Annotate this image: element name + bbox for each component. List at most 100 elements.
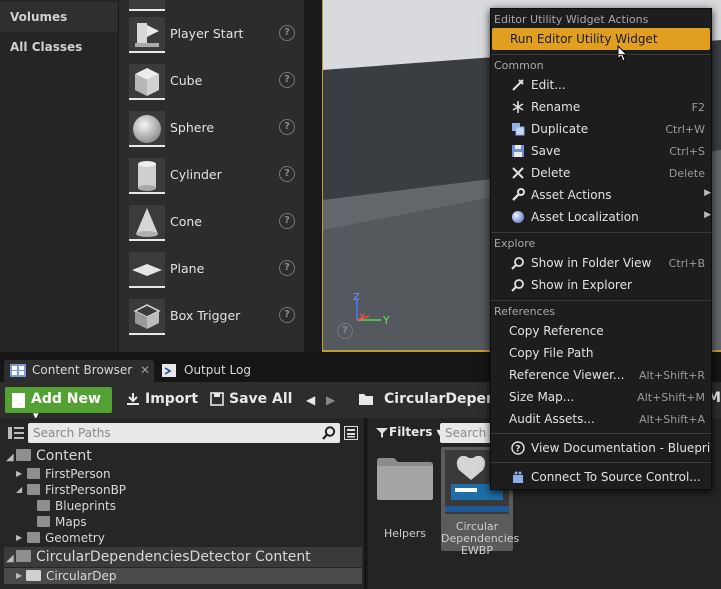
folder-icon [16, 550, 31, 562]
plane-icon [129, 252, 165, 288]
view-options-icon[interactable] [344, 426, 358, 440]
search-icon[interactable] [322, 426, 336, 440]
asset-helpers[interactable]: Helpers [376, 528, 434, 540]
menu-item-asset-actions[interactable]: Asset Actions ▶ [491, 184, 711, 206]
help-icon[interactable]: ? [337, 323, 353, 339]
tree-item-firstpersonbp[interactable]: FirstPersonBP [27, 483, 126, 499]
tab-output-log[interactable]: Output Log [156, 360, 306, 382]
menu-item-duplicate[interactable]: Duplicate Ctrl+W [491, 118, 711, 140]
forward-arrow-icon[interactable]: ▶ [326, 393, 335, 407]
menu-item-label: Save [531, 144, 561, 158]
globe-icon [512, 211, 524, 223]
menu-item-connect-source-control[interactable]: Connect To Source Control... [491, 466, 711, 488]
help-icon[interactable]: ? [279, 119, 295, 135]
menu-item-label: Asset Actions [531, 188, 612, 202]
axis-x-label: X [359, 313, 365, 323]
tree-item-circulardep[interactable]: CircularDep [26, 569, 116, 585]
list-item-sphere[interactable]: Sphere ? [119, 106, 299, 153]
list-item-cone[interactable]: Cone ? [119, 200, 299, 247]
filters-button[interactable]: Filters ▾ [389, 425, 443, 439]
asset-label-line: EWBP [460, 544, 493, 557]
item-label: Plane [170, 261, 205, 276]
tree-root-plugin-content[interactable]: CircularDependenciesDetector Content [16, 549, 311, 565]
folder-icon [27, 484, 40, 495]
tree-item-firstperson[interactable]: FirstPerson [27, 467, 111, 483]
back-arrow-icon[interactable]: ◀ [306, 393, 315, 407]
add-new-button[interactable]: Add New ▾ [5, 387, 112, 422]
category-volumes[interactable]: Volumes [0, 2, 118, 32]
list-item-player-start[interactable]: Player Start ? [119, 12, 299, 59]
search-paths-input[interactable]: Search Paths [28, 423, 340, 443]
menu-item-label: Edit... [531, 78, 566, 92]
list-item-plane[interactable]: Plane ? [119, 247, 299, 294]
import-button[interactable]: Import [145, 391, 198, 407]
tree-label: CircularDep [46, 569, 117, 583]
shortcut: Delete [668, 167, 705, 180]
shortcut: Alt+Shift+R [639, 369, 705, 382]
item-label: Cube [170, 73, 203, 88]
menu-item-save[interactable]: Save Ctrl+S [491, 140, 711, 162]
collapse-arrow-icon[interactable]: ▶ [16, 469, 22, 478]
menu-item-edit[interactable]: Edit... [491, 74, 711, 96]
expand-arrow-icon[interactable]: ◢ [6, 553, 14, 564]
expand-arrow-icon[interactable]: ◢ [16, 485, 22, 494]
edit-icon [512, 79, 524, 91]
help-icon[interactable]: ? [279, 307, 295, 323]
collapse-arrow-icon[interactable]: ▶ [16, 571, 22, 580]
expand-arrow-icon[interactable]: ◢ [6, 452, 14, 463]
save-all-button[interactable]: Save All [229, 391, 292, 407]
sources-toggle-icon[interactable] [8, 426, 24, 440]
menu-item-rename[interactable]: Rename F2 [491, 96, 711, 118]
separator [491, 54, 711, 55]
menu-item-run-editor-utility-widget[interactable]: Run Editor Utility Widget [492, 28, 710, 50]
item-label: Sphere [170, 120, 215, 135]
tree-item-maps[interactable]: Maps [37, 515, 87, 531]
menu-item-copy-file-path[interactable]: Copy File Path [491, 342, 711, 364]
shortcut: Ctrl+S [669, 145, 705, 158]
separator [491, 300, 711, 301]
tab-content-browser[interactable]: Content Browser ✕ [4, 360, 154, 382]
folder-icon [16, 449, 31, 461]
menu-item-show-in-explorer[interactable]: Show in Explorer [491, 274, 711, 296]
help-icon[interactable]: ? [279, 260, 295, 276]
tree-root-content[interactable]: Content [16, 448, 92, 464]
help-icon[interactable]: ? [279, 72, 295, 88]
menu-item-copy-reference[interactable]: Copy Reference [491, 320, 711, 342]
add-new-label: Add New [31, 391, 101, 407]
menu-item-label: Audit Assets... [509, 412, 595, 426]
help-icon[interactable]: ? [279, 213, 295, 229]
help-icon[interactable]: ? [279, 25, 295, 41]
menu-item-view-documentation[interactable]: ? View Documentation - Blueprint [491, 437, 711, 459]
menu-item-delete[interactable]: Delete Delete [491, 162, 711, 184]
menu-item-show-in-folder-view[interactable]: Show in Folder View Ctrl+B [491, 252, 711, 274]
submenu-arrow-icon: ▶ [704, 188, 711, 198]
tree-item-blueprints[interactable]: Blueprints [37, 499, 116, 515]
tab-label: Content Browser [32, 363, 133, 377]
menu-item-label: Run Editor Utility Widget [510, 32, 658, 46]
list-item-cylinder[interactable]: Cylinder ? [119, 153, 299, 200]
close-icon[interactable]: ✕ [140, 363, 150, 377]
collapse-arrow-icon[interactable]: ▶ [16, 533, 22, 542]
menu-item-size-map[interactable]: Size Map... Alt+Shift+M [491, 386, 711, 408]
list-item-box-trigger[interactable]: Box Trigger ? [119, 294, 299, 341]
menu-item-label: Copy File Path [509, 346, 594, 360]
list-item-cube[interactable]: Cube ? [119, 59, 299, 106]
sources-panel: Search Paths ◢ Content ▶ FirstPerson ◢ F… [0, 418, 366, 589]
tree-item-geometry[interactable]: Geometry [27, 531, 105, 547]
shortcut: Ctrl+B [668, 257, 705, 270]
menu-item-label: Reference Viewer... [509, 368, 625, 382]
folder-icon [27, 468, 40, 479]
help-icon[interactable]: ? [279, 166, 295, 182]
menu-item-reference-viewer[interactable]: Reference Viewer... Alt+Shift+R [491, 364, 711, 386]
menu-item-label: Rename [531, 100, 581, 114]
svg-text:?: ? [515, 445, 520, 455]
menu-item-audit-assets[interactable]: Audit Assets... Alt+Shift+A [491, 408, 711, 430]
player-start-icon [129, 17, 165, 53]
thumbnail [129, 0, 165, 11]
menu-item-label: Show in Folder View [531, 256, 652, 270]
menu-item-asset-localization[interactable]: Asset Localization ▶ [491, 206, 711, 228]
menu-item-label: Delete [531, 166, 571, 180]
placement-items-list: Player Start ? Cube ? Sphere ? Cylinder … [118, 0, 423, 352]
category-all-classes[interactable]: All Classes [0, 32, 118, 62]
output-log-icon [162, 364, 176, 377]
